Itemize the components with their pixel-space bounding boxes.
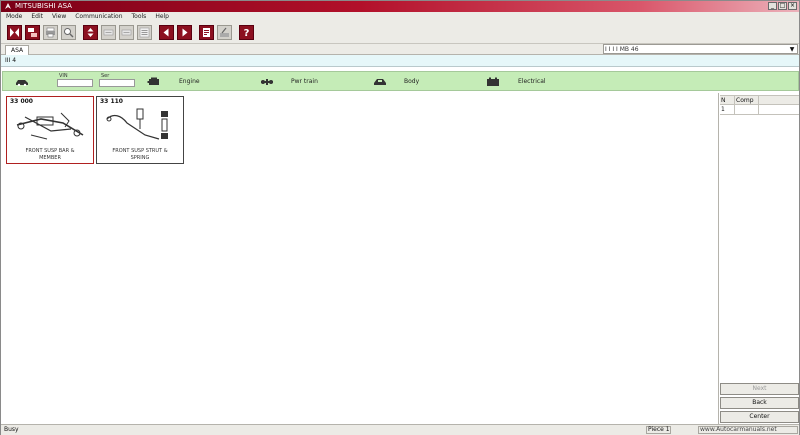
help-button[interactable]: ? <box>239 25 254 40</box>
group-body[interactable]: Body <box>404 78 419 85</box>
next-icon <box>182 28 188 37</box>
help-icon: ? <box>244 28 250 38</box>
column-header-comp[interactable]: Comp <box>735 96 759 104</box>
table-cell <box>735 105 759 114</box>
svg-text:?: ? <box>244 28 250 38</box>
toolbar: ? <box>1 22 799 44</box>
model-icon <box>28 28 37 37</box>
status-text: Busy <box>4 426 19 433</box>
illustration-card[interactable]: 33 000 FRONT SUSP BAR & MEMBER <box>6 96 94 164</box>
ser-input[interactable] <box>99 79 135 87</box>
notes-icon <box>203 28 210 37</box>
updown-icon <box>87 28 94 37</box>
tab-asa[interactable]: ASA <box>5 45 30 55</box>
settings-button[interactable] <box>217 25 232 40</box>
battery-icon[interactable] <box>486 77 500 86</box>
engine-icon[interactable] <box>147 77 161 86</box>
table-header: N Comp <box>720 95 799 105</box>
group-engine[interactable]: Engine <box>179 78 200 85</box>
menu-communication[interactable]: Communication <box>75 12 122 22</box>
maximize-button[interactable]: □ <box>778 2 787 10</box>
minimize-button[interactable]: _ <box>768 2 777 10</box>
table-row[interactable]: 1 <box>720 105 799 115</box>
menu-bar: Mode Edit View Communication Tools Help <box>1 12 799 22</box>
strut-spring-illustration <box>106 108 168 140</box>
print-button[interactable] <box>43 25 58 40</box>
find-button[interactable] <box>101 25 116 40</box>
car-icon[interactable] <box>15 77 29 86</box>
close-button[interactable]: × <box>788 2 797 10</box>
illustration-card[interactable]: 33 110 FRONT SUSP STRUT & SPRING <box>96 96 184 164</box>
back-button[interactable]: Back <box>720 397 799 409</box>
center-button[interactable]: Center <box>720 411 799 423</box>
find-next-button[interactable] <box>119 25 134 40</box>
group-powertrain[interactable]: Pwr train <box>291 78 318 85</box>
menu-tools[interactable]: Tools <box>132 12 147 22</box>
zoom-icon <box>64 28 74 38</box>
suspension-bar-illustration <box>16 112 84 140</box>
card-code: 33 000 <box>10 98 33 105</box>
print-icon <box>46 27 55 38</box>
status-bar: Busy Piece 1 www.Autocarmanuals.net <box>1 424 799 435</box>
settings-icon <box>220 27 229 37</box>
breadcrumb: III 4 <box>1 55 799 67</box>
menu-mode[interactable]: Mode <box>6 12 22 22</box>
notes-button[interactable] <box>199 25 214 40</box>
tab-strip: ASA I I I I MB 46 ▼ <box>1 44 799 55</box>
select-model-button[interactable] <box>25 25 40 40</box>
column-header-extra[interactable] <box>759 96 799 104</box>
status-panel-watermark: www.Autocarmanuals.net <box>698 426 798 434</box>
parts-list-panel: N Comp 1 Next Back Center <box>718 93 799 424</box>
window-title: MITSUBISHI ASA <box>15 2 72 10</box>
group-electrical[interactable]: Electrical <box>518 78 546 85</box>
zoom-button[interactable] <box>61 25 76 40</box>
find-next-icon <box>121 29 132 36</box>
application-window: MITSUBISHI ASA _ □ × Mode Edit View Comm… <box>0 0 800 435</box>
menu-help[interactable]: Help <box>155 12 169 22</box>
vin-input[interactable] <box>57 79 93 87</box>
menu-edit[interactable]: Edit <box>31 12 43 22</box>
table-cell: 1 <box>720 105 735 114</box>
parts-table: N Comp 1 <box>720 95 799 115</box>
body-icon[interactable] <box>373 77 387 86</box>
card-title: FRONT SUSP STRUT & SPRING <box>112 148 168 161</box>
model-dropdown[interactable]: I I I I MB 46 ▼ <box>603 44 798 54</box>
window-controls: _ □ × <box>768 2 797 10</box>
filter-bar: VIN Ser Engine Pwr train Body Electrical <box>2 71 799 91</box>
card-code: 33 110 <box>100 98 123 105</box>
table-cell <box>759 105 799 114</box>
powertrain-icon[interactable] <box>260 77 274 86</box>
exit-icon <box>10 28 19 37</box>
model-dropdown-value: I I I I MB 46 <box>605 46 639 53</box>
menu-view[interactable]: View <box>52 12 66 22</box>
updown-button[interactable] <box>83 25 98 40</box>
prev-button[interactable] <box>159 25 174 40</box>
prev-icon <box>163 28 169 37</box>
status-panel-piece: Piece 1 <box>646 426 671 434</box>
next-button[interactable] <box>177 25 192 40</box>
next-page-button[interactable]: Next <box>720 383 799 395</box>
list-icon <box>139 27 150 38</box>
illustration-panel: 33 000 FRONT SUSP BAR & MEMBER 33 110 FR… <box>2 93 718 424</box>
find-icon <box>103 29 114 36</box>
exit-button[interactable] <box>7 25 22 40</box>
chevron-down-icon[interactable]: ▼ <box>788 46 796 53</box>
list-button[interactable] <box>137 25 152 40</box>
title-bar: MITSUBISHI ASA _ □ × <box>1 1 799 12</box>
mitsubishi-logo-icon <box>5 3 11 9</box>
column-header-n[interactable]: N <box>720 96 735 104</box>
card-title: FRONT SUSP BAR & MEMBER <box>25 148 75 161</box>
